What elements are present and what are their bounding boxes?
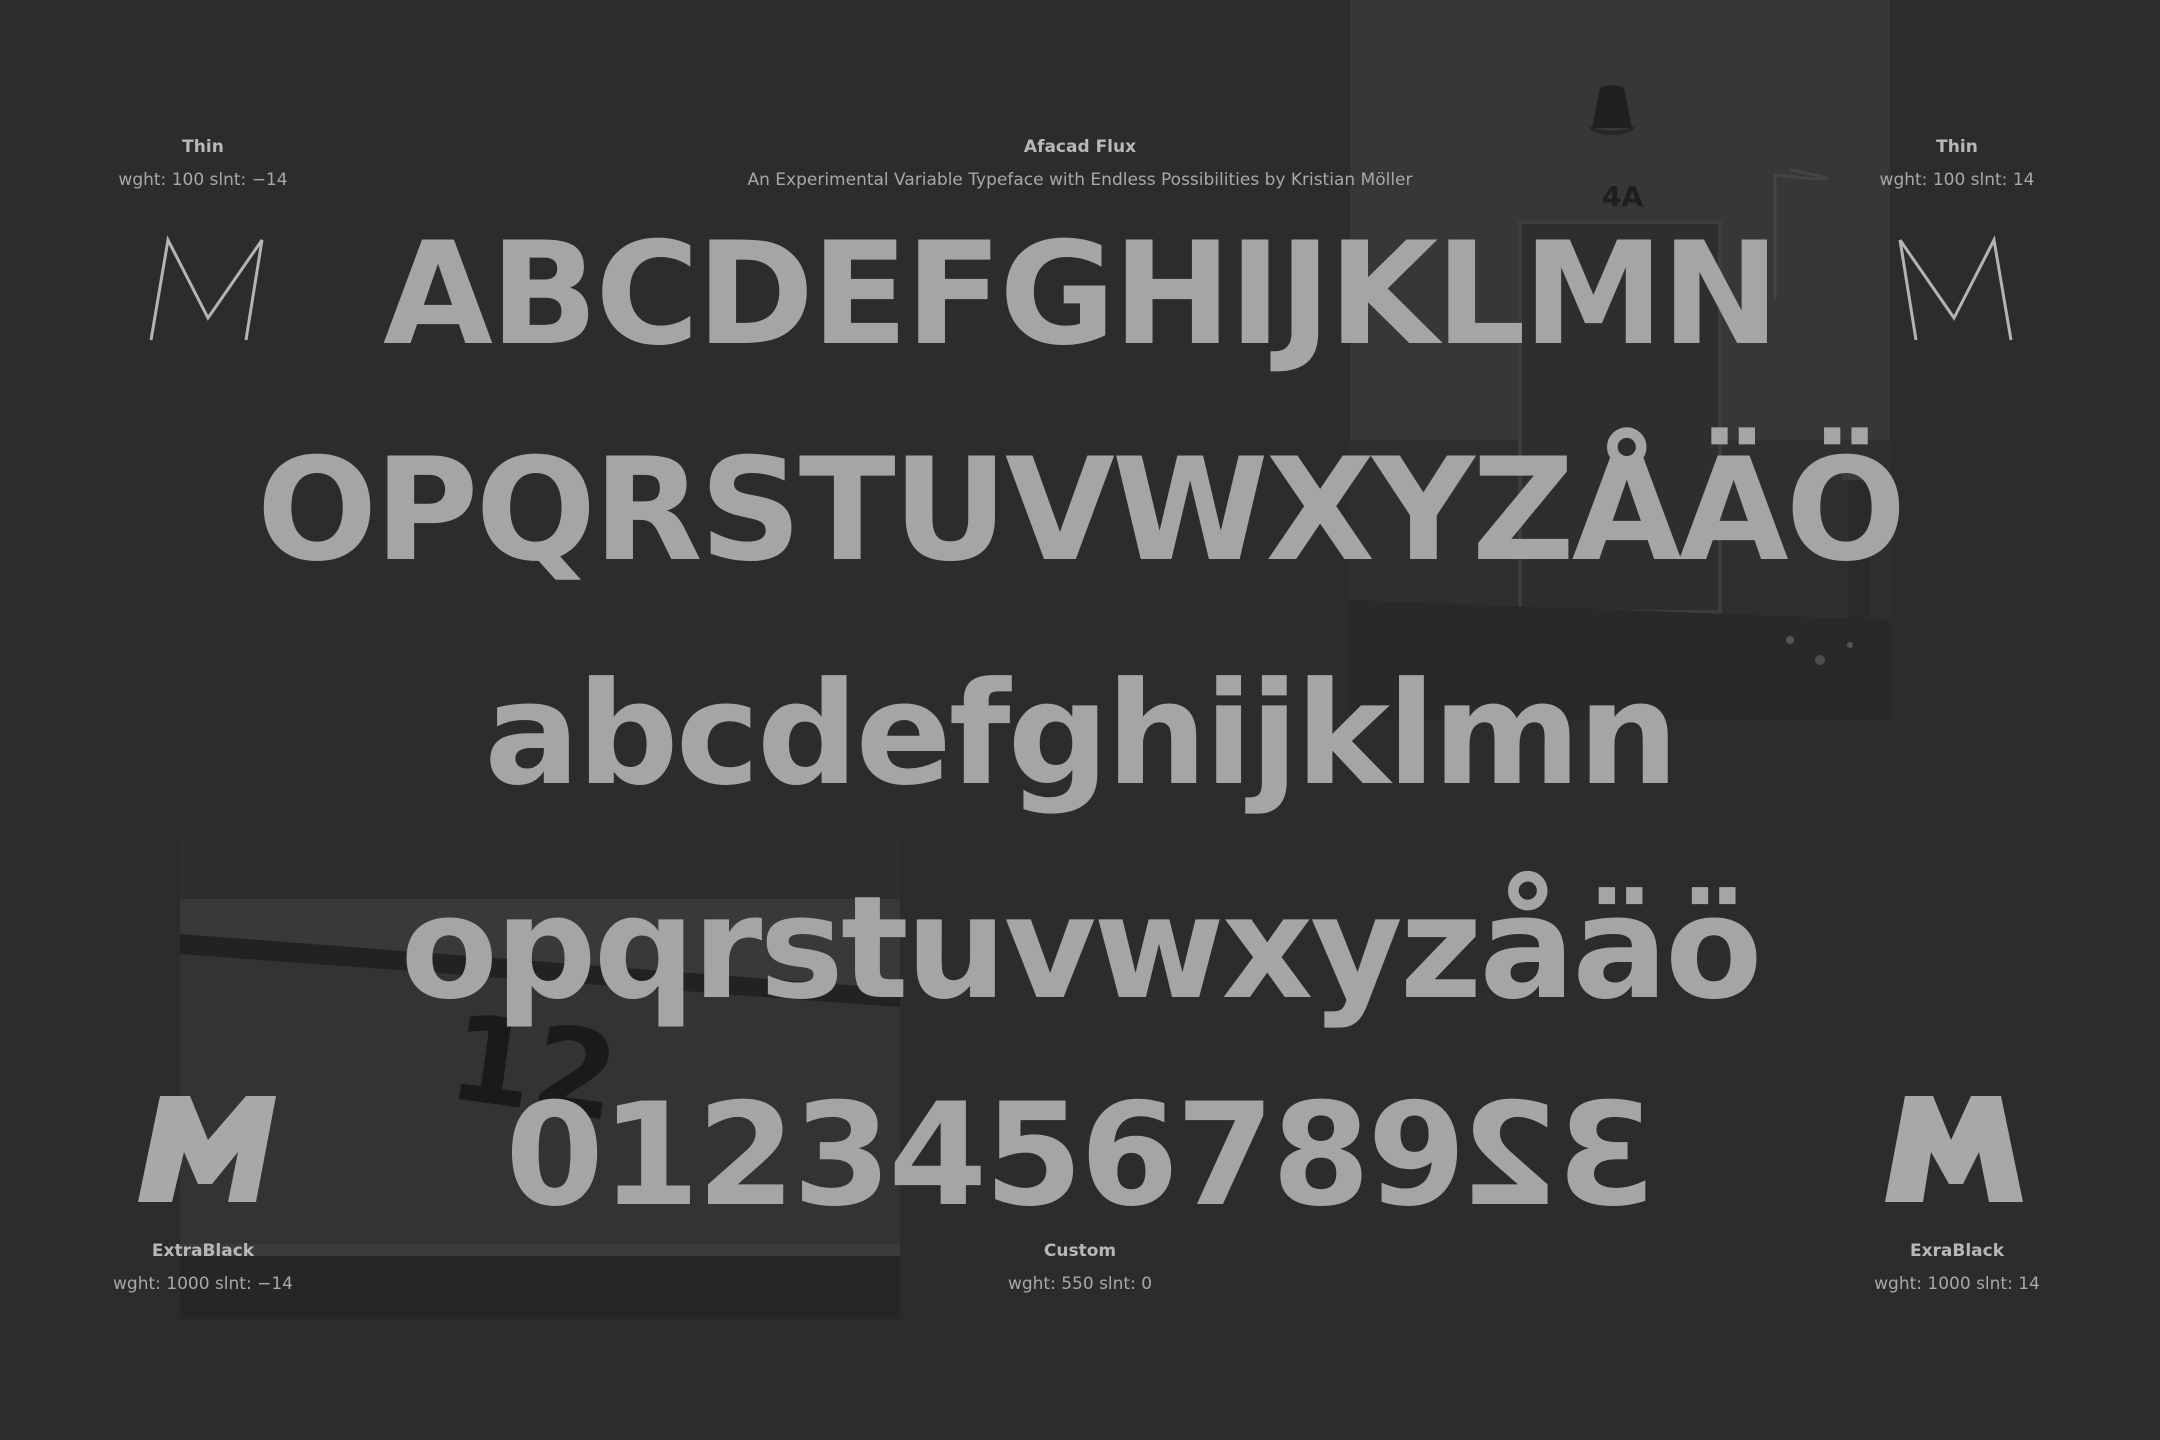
corner-label-bottom-right: ExraBlack wght: 1000 slnt: 14: [1747, 1240, 2160, 1295]
axis-values: wght: 100 slnt: 14: [1879, 170, 2035, 190]
weight-name: Thin: [1936, 137, 1978, 157]
weight-name: Thin: [182, 137, 224, 157]
page-subtitle: An Experimental Variable Typeface with E…: [747, 170, 1413, 190]
door-number: 4A: [1602, 180, 1644, 213]
weight-name: ExtraBlack: [151, 1241, 255, 1261]
axis-values: wght: 100 slnt: −14: [118, 170, 288, 190]
specimen-uppercase-line-2: OPQRSTUVWXYZÅÄÖ: [256, 428, 1907, 593]
digit-mirrored-two: 2: [1463, 1073, 1560, 1238]
axis-values: wght: 1000 slnt: −14: [113, 1274, 293, 1294]
weight-name: Custom: [1043, 1241, 1117, 1261]
specimen-uppercase-line-1: ABCDEFGHIJKLMN: [383, 212, 1780, 377]
specimen-lowercase-line-2: opqrstuvwxyzåäö: [400, 866, 1762, 1031]
specimen-digits-line: 012345678923: [0, 1073, 2160, 1238]
axis-values: wght: 550 slnt: 0: [1007, 1274, 1153, 1294]
custom-label: Custom wght: 550 slnt: 0: [870, 1240, 1290, 1295]
corner-label-top-right: Thin wght: 100 slnt: 14: [1747, 136, 2160, 191]
page-title: Afacad Flux: [1023, 137, 1137, 157]
corner-label-bottom-left: ExtraBlack wght: 1000 slnt: −14: [0, 1240, 413, 1295]
axis-values: wght: 1000 slnt: 14: [1874, 1274, 2040, 1294]
corner-label-top-left: Thin wght: 100 slnt: −14: [0, 136, 413, 191]
specimen-lowercase-line-1: abcdefghijklmn: [484, 652, 1679, 817]
weight-name: ExraBlack: [1909, 1241, 2005, 1261]
digit-nine: 9: [1367, 1073, 1466, 1238]
digit-mirrored-three: 3: [1559, 1073, 1655, 1238]
header: Afacad Flux An Experimental Variable Typ…: [580, 136, 1580, 191]
digits-main: 012345678: [505, 1073, 1370, 1238]
